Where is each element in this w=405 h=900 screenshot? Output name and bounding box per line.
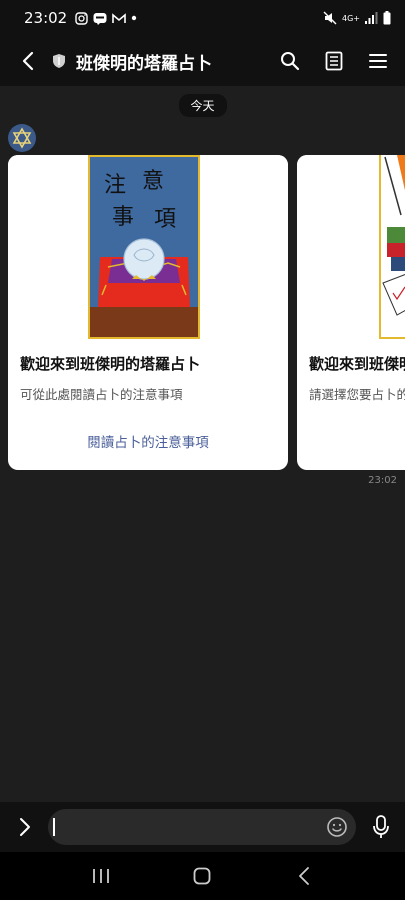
emoji-icon[interactable] [326,816,348,838]
star-of-david-icon [12,127,32,149]
gmail-icon [112,12,127,23]
card-image-text: 事 [112,205,135,230]
card-image[interactable]: 注 意 事 項 [8,155,288,341]
chat-header: 班傑明的塔羅占卜 [0,36,405,86]
menu-icon [369,54,387,68]
notification-icons [75,11,137,25]
battery-icon [383,11,391,25]
recent-apps-button[interactable] [81,856,121,896]
avatar[interactable] [8,124,36,152]
card-image[interactable] [297,155,405,341]
expand-button[interactable] [10,807,40,847]
shield-icon [52,52,70,70]
message-input[interactable] [48,809,356,845]
chevron-right-icon [20,818,30,836]
notes-icon [325,51,343,71]
chat-area[interactable]: 今天 注 意 事 項 歡迎來到班傑明的塔羅占卜 可從此處閱讀占卜的注意事項 閱讀… [0,86,405,802]
carousel-card[interactable]: 注 意 事 項 歡迎來到班傑明的塔羅占卜 可從此處閱讀占卜的注意事項 閱讀占卜的… [8,155,288,470]
recent-apps-icon [92,869,109,883]
input-bar [0,802,405,852]
instagram-icon [75,11,88,25]
notes-button[interactable] [321,48,347,74]
back-nav-button[interactable] [284,856,324,896]
voice-button[interactable] [368,812,394,842]
message-time: 23:02 [368,475,397,486]
card-image-text: 項 [154,207,177,232]
back-icon [299,867,310,885]
card-image-text: 注 [104,173,127,198]
card-image-text: 意 [142,169,165,194]
card-title: 歡迎來到班傑明的塔羅占卜 [20,355,201,373]
menu-button[interactable] [365,48,391,74]
card-description: 請選擇您要占卜的 [309,387,405,402]
status-time: 23:02 [24,9,68,27]
chat-title: 班傑明的塔羅占卜 [76,53,212,74]
date-separator: 今天 [178,94,227,117]
line-icon [93,12,107,25]
card-description: 可從此處閱讀占卜的注意事項 [20,387,183,402]
chevron-left-icon [22,51,34,71]
header-actions [277,48,391,74]
search-button[interactable] [277,48,303,74]
back-button[interactable] [14,41,42,81]
network-label: 4G+ [342,13,360,23]
home-button[interactable] [182,856,222,896]
system-navigation-bar [0,852,405,900]
text-cursor [53,818,55,836]
card-action-button[interactable]: 閱讀占卜的注意事項 [8,431,288,451]
dot-icon [132,15,137,21]
signal-icon [365,12,378,24]
card-title: 歡迎來到班傑明的塔羅占卜 [309,355,405,373]
mute-icon [323,11,337,25]
status-bar: 23:02 4G+ [0,0,405,36]
home-icon [194,867,211,885]
carousel-card[interactable]: 歡迎來到班傑明的塔羅占卜 請選擇您要占卜的 [297,155,405,470]
search-icon [281,52,300,71]
microphone-icon [373,815,389,838]
message-input-wrapper [40,809,356,845]
system-icons: 4G+ [323,11,391,25]
